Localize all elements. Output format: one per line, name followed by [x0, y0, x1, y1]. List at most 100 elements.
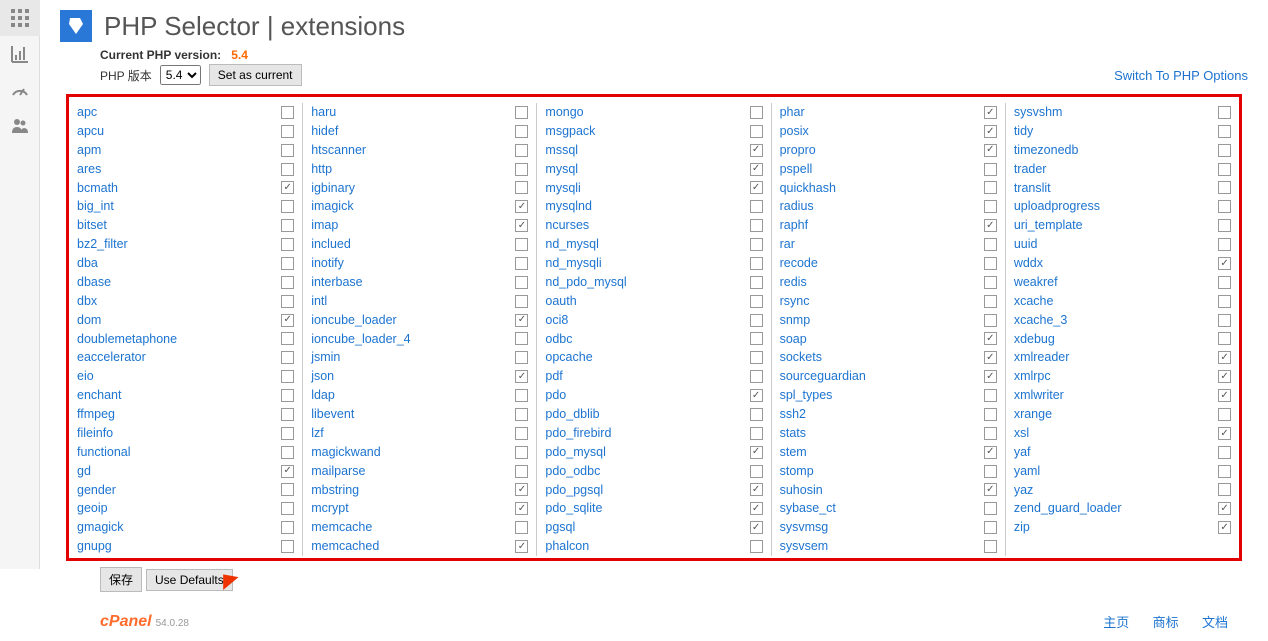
extension-checkbox[interactable] — [750, 163, 763, 176]
extension-link[interactable]: yaml — [1014, 463, 1040, 480]
sidebar-stats-icon[interactable] — [0, 36, 40, 72]
extension-checkbox[interactable] — [1218, 163, 1231, 176]
set-as-current-button[interactable]: Set as current — [209, 64, 302, 86]
extension-link[interactable]: yaz — [1014, 482, 1033, 499]
extension-checkbox[interactable] — [515, 351, 528, 364]
extension-checkbox[interactable] — [750, 540, 763, 553]
extension-checkbox[interactable] — [281, 370, 294, 383]
extension-link[interactable]: odbc — [545, 331, 572, 348]
extension-link[interactable]: mongo — [545, 104, 583, 121]
extension-link[interactable]: pdo_pgsql — [545, 482, 603, 499]
extension-checkbox[interactable] — [281, 200, 294, 213]
extension-checkbox[interactable] — [984, 540, 997, 553]
extension-checkbox[interactable] — [1218, 125, 1231, 138]
extension-checkbox[interactable] — [750, 257, 763, 270]
extension-checkbox[interactable] — [281, 521, 294, 534]
extension-link[interactable]: ldap — [311, 387, 335, 404]
extension-checkbox[interactable] — [1218, 295, 1231, 308]
extension-checkbox[interactable] — [281, 257, 294, 270]
extension-link[interactable]: tidy — [1014, 123, 1033, 140]
extension-checkbox[interactable] — [515, 144, 528, 157]
extension-link[interactable]: doublemetaphone — [77, 331, 177, 348]
extension-checkbox[interactable] — [750, 389, 763, 402]
sidebar-gauge-icon[interactable] — [0, 72, 40, 108]
extension-checkbox[interactable] — [515, 408, 528, 421]
extension-link[interactable]: mysql — [545, 161, 578, 178]
extension-checkbox[interactable] — [281, 332, 294, 345]
footer-link-home[interactable]: 主页 — [1103, 615, 1129, 630]
extension-link[interactable]: yaf — [1014, 444, 1031, 461]
extension-link[interactable]: phar — [780, 104, 805, 121]
extension-link[interactable]: dbx — [77, 293, 97, 310]
extension-checkbox[interactable] — [1218, 257, 1231, 270]
footer-link-docs[interactable]: 文档 — [1202, 615, 1228, 630]
extension-link[interactable]: ares — [77, 161, 101, 178]
extension-link[interactable]: xcache — [1014, 293, 1054, 310]
extension-checkbox[interactable] — [515, 427, 528, 440]
extension-link[interactable]: radius — [780, 198, 814, 215]
extension-link[interactable]: timezonedb — [1014, 142, 1079, 159]
extension-checkbox[interactable] — [984, 370, 997, 383]
extension-checkbox[interactable] — [1218, 483, 1231, 496]
extension-link[interactable]: nd_pdo_mysql — [545, 274, 626, 291]
extension-checkbox[interactable] — [281, 295, 294, 308]
extension-checkbox[interactable] — [984, 521, 997, 534]
extension-checkbox[interactable] — [750, 446, 763, 459]
extension-link[interactable]: fileinfo — [77, 425, 113, 442]
extension-link[interactable]: recode — [780, 255, 818, 272]
extension-link[interactable]: geoip — [77, 500, 108, 517]
extension-link[interactable]: sockets — [780, 349, 822, 366]
extension-checkbox[interactable] — [281, 181, 294, 194]
extension-link[interactable]: interbase — [311, 274, 362, 291]
extension-checkbox[interactable] — [515, 540, 528, 553]
extension-link[interactable]: http — [311, 161, 332, 178]
extension-link[interactable]: uploadprogress — [1014, 198, 1100, 215]
extension-checkbox[interactable] — [984, 351, 997, 364]
extension-checkbox[interactable] — [984, 276, 997, 289]
extension-link[interactable]: mysqlnd — [545, 198, 592, 215]
extension-checkbox[interactable] — [281, 408, 294, 421]
extension-link[interactable]: mcrypt — [311, 500, 349, 517]
extension-checkbox[interactable] — [515, 483, 528, 496]
extension-checkbox[interactable] — [984, 427, 997, 440]
extension-checkbox[interactable] — [984, 295, 997, 308]
extension-checkbox[interactable] — [281, 125, 294, 138]
extension-checkbox[interactable] — [515, 106, 528, 119]
extension-checkbox[interactable] — [1218, 238, 1231, 251]
extension-checkbox[interactable] — [281, 502, 294, 515]
extension-link[interactable]: bz2_filter — [77, 236, 128, 253]
extension-link[interactable]: xsl — [1014, 425, 1029, 442]
extension-checkbox[interactable] — [984, 125, 997, 138]
extension-checkbox[interactable] — [750, 502, 763, 515]
extension-checkbox[interactable] — [281, 351, 294, 364]
extension-checkbox[interactable] — [750, 483, 763, 496]
extension-checkbox[interactable] — [984, 106, 997, 119]
extension-checkbox[interactable] — [281, 483, 294, 496]
extension-checkbox[interactable] — [1218, 370, 1231, 383]
extension-checkbox[interactable] — [515, 163, 528, 176]
extension-link[interactable]: hidef — [311, 123, 338, 140]
extension-link[interactable]: sysvshm — [1014, 104, 1063, 121]
extension-link[interactable]: stats — [780, 425, 806, 442]
extension-link[interactable]: bitset — [77, 217, 107, 234]
switch-options-link[interactable]: Switch To PHP Options — [1114, 68, 1248, 83]
extension-link[interactable]: lzf — [311, 425, 324, 442]
extension-checkbox[interactable] — [984, 502, 997, 515]
extension-link[interactable]: igbinary — [311, 180, 355, 197]
extension-checkbox[interactable] — [515, 521, 528, 534]
extension-checkbox[interactable] — [515, 257, 528, 270]
extension-link[interactable]: quickhash — [780, 180, 836, 197]
extension-link[interactable]: trader — [1014, 161, 1047, 178]
extension-link[interactable]: apc — [77, 104, 97, 121]
extension-checkbox[interactable] — [281, 465, 294, 478]
extension-link[interactable]: oci8 — [545, 312, 568, 329]
extension-link[interactable]: xmlreader — [1014, 349, 1070, 366]
extension-link[interactable]: memcache — [311, 519, 372, 536]
extension-checkbox[interactable] — [1218, 389, 1231, 402]
extension-checkbox[interactable] — [281, 314, 294, 327]
extension-link[interactable]: dbase — [77, 274, 111, 291]
extension-checkbox[interactable] — [515, 125, 528, 138]
extension-checkbox[interactable] — [1218, 219, 1231, 232]
extension-checkbox[interactable] — [750, 521, 763, 534]
extension-link[interactable]: big_int — [77, 198, 114, 215]
